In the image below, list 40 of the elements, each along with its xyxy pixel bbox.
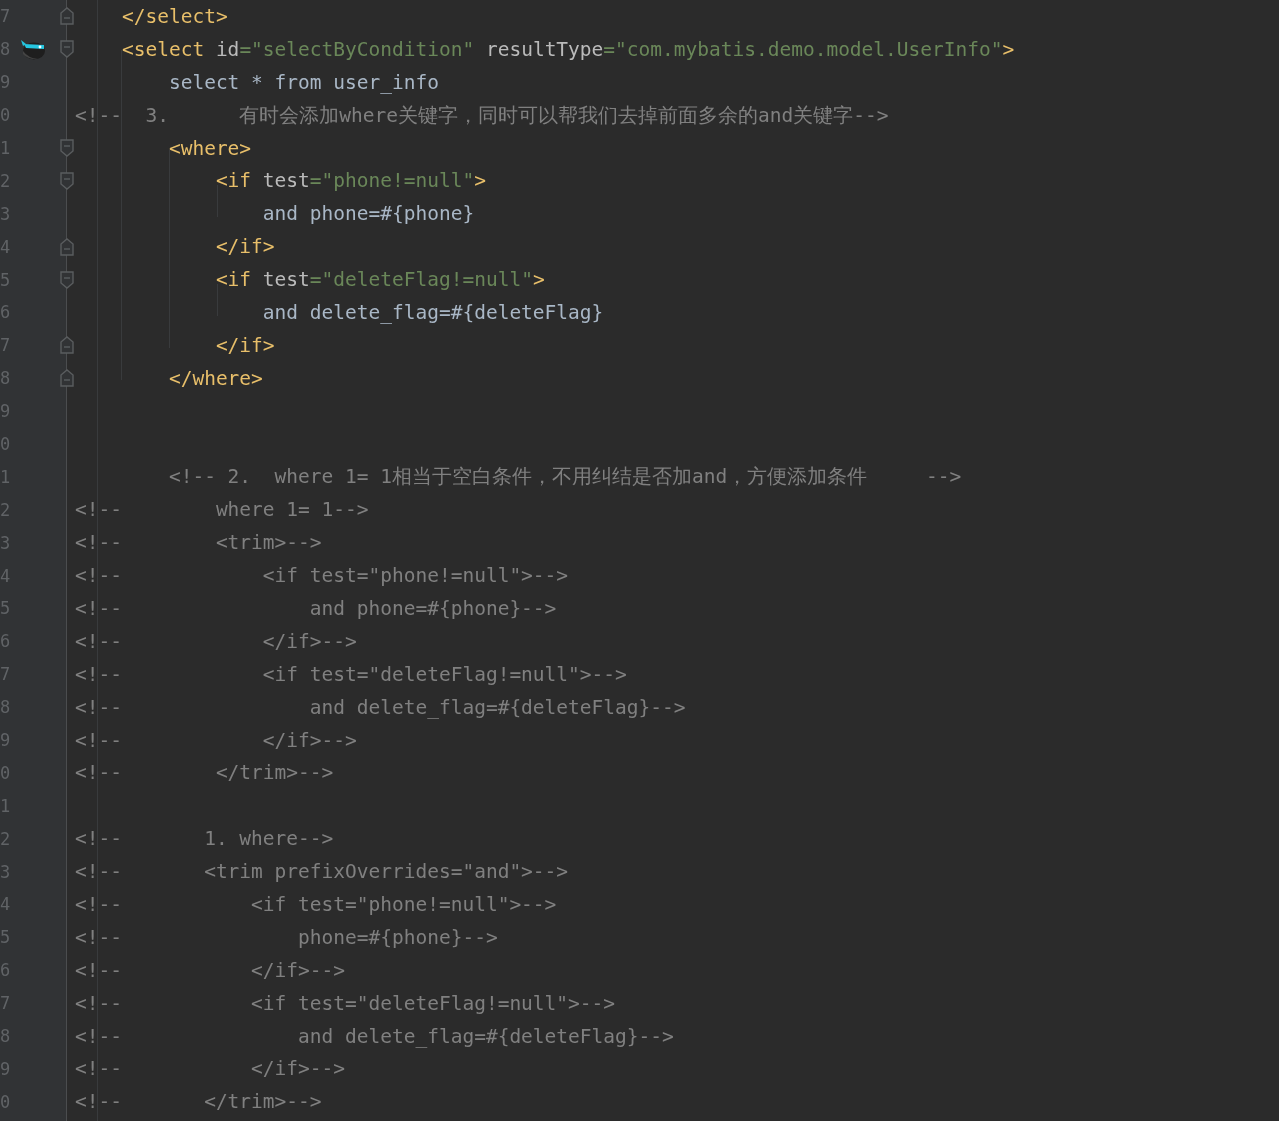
code-line: <!-- </trim>--> xyxy=(75,761,334,785)
code-line: select * from user_info xyxy=(167,70,439,94)
code-line: <!-- and delete_flag=#{deleteFlag}--> xyxy=(75,695,686,719)
code-line: <!-- phone=#{phone}--> xyxy=(75,925,498,949)
code-line: <!-- and phone=#{phone}--> xyxy=(75,596,557,620)
collapse-icon[interactable] xyxy=(60,139,74,157)
collapse-icon[interactable] xyxy=(60,171,74,190)
code-line: <!-- 2. where 1= 1相当于空白条件，不用纠结是否加and，方便添加条件 --> xyxy=(167,464,962,491)
code-line: and delete_flag=#{deleteFlag} xyxy=(261,300,604,324)
code-line: <!-- 3. 有时会添加where关键字，同时可以帮我们去掉前面多余的and关键字--> xyxy=(75,102,889,129)
code-line: <where> xyxy=(167,136,252,160)
code-line: </if> xyxy=(214,235,275,259)
code-line: <!-- <if test="deleteFlag!=null">--> xyxy=(75,662,627,686)
code-line: <!-- <trim prefixOverrides="and">--> xyxy=(75,860,569,884)
collapse-icon[interactable] xyxy=(60,270,74,289)
code-line: <!-- where 1= 1--> xyxy=(75,498,369,522)
code-line: </if> xyxy=(214,333,275,357)
code-line: <!-- <if test="phone!=null">--> xyxy=(75,893,557,916)
code-line: <select id="selectByCondition" resultType="com.mybatis.demo.model.UserInfo"> xyxy=(120,37,1015,61)
collapse-icon[interactable] xyxy=(60,40,74,59)
fold-end-icon[interactable] xyxy=(60,336,74,355)
code-line: <!-- and delete_flag=#{deleteFlag}--> xyxy=(75,1024,674,1048)
code-line: <!-- 1. where--> xyxy=(75,827,334,851)
code-line: <!-- <trim>--> xyxy=(75,531,322,555)
code-line: <!-- </if>--> xyxy=(75,958,346,982)
code-line: <!-- </if>--> xyxy=(75,1057,346,1081)
code-line: <!-- <if test="phone!=null">--> xyxy=(75,564,569,588)
code-line: <!-- </trim>--> xyxy=(75,1090,322,1114)
code-line: </select> xyxy=(120,4,228,28)
fold-end-icon[interactable] xyxy=(60,7,74,26)
code-line: <if test="phone!=null"> xyxy=(214,169,486,193)
code-line: </where> xyxy=(167,366,263,390)
fold-end-icon[interactable] xyxy=(60,237,74,256)
code-line: and phone=#{phone} xyxy=(261,202,475,226)
code-line: <!-- </if>--> xyxy=(75,728,357,752)
bird-icon[interactable] xyxy=(20,38,46,61)
code-line: <!-- <if test="deleteFlag!=null">--> xyxy=(75,991,616,1015)
code-line: <if test="deleteFlag!=null"> xyxy=(214,268,545,292)
code-line: <!-- </if>--> xyxy=(75,629,357,653)
fold-end-icon[interactable] xyxy=(60,369,74,388)
